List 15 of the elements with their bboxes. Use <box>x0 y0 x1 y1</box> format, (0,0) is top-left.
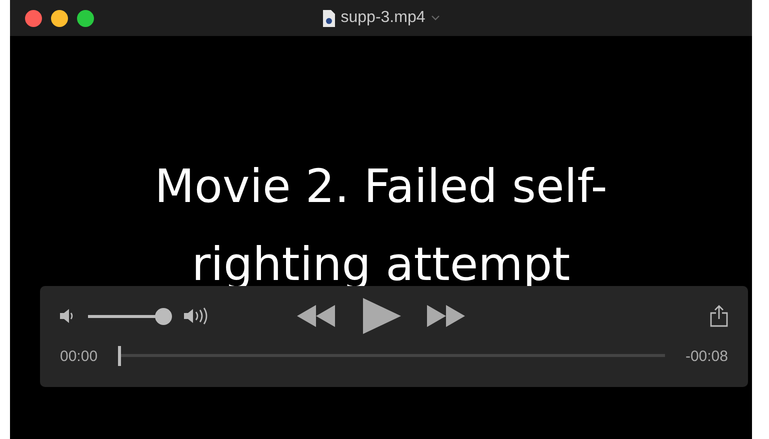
fast-forward-icon[interactable] <box>427 305 467 327</box>
minimize-button[interactable] <box>51 10 68 26</box>
play-icon[interactable] <box>363 298 401 334</box>
elapsed-time: 00:00 <box>60 348 98 364</box>
remaining-time: -00:08 <box>685 348 728 364</box>
share-icon[interactable] <box>710 305 728 327</box>
rewind-icon[interactable] <box>297 305 337 327</box>
window-title: supp-3.mp4 <box>340 9 426 27</box>
zoom-button[interactable] <box>77 10 94 26</box>
volume-slider[interactable] <box>88 308 172 324</box>
chevron-down-icon[interactable] <box>431 15 440 21</box>
playhead[interactable] <box>118 346 121 366</box>
close-button[interactable] <box>25 10 42 26</box>
volume-thumb[interactable] <box>155 308 172 324</box>
video-file-icon <box>322 10 335 26</box>
